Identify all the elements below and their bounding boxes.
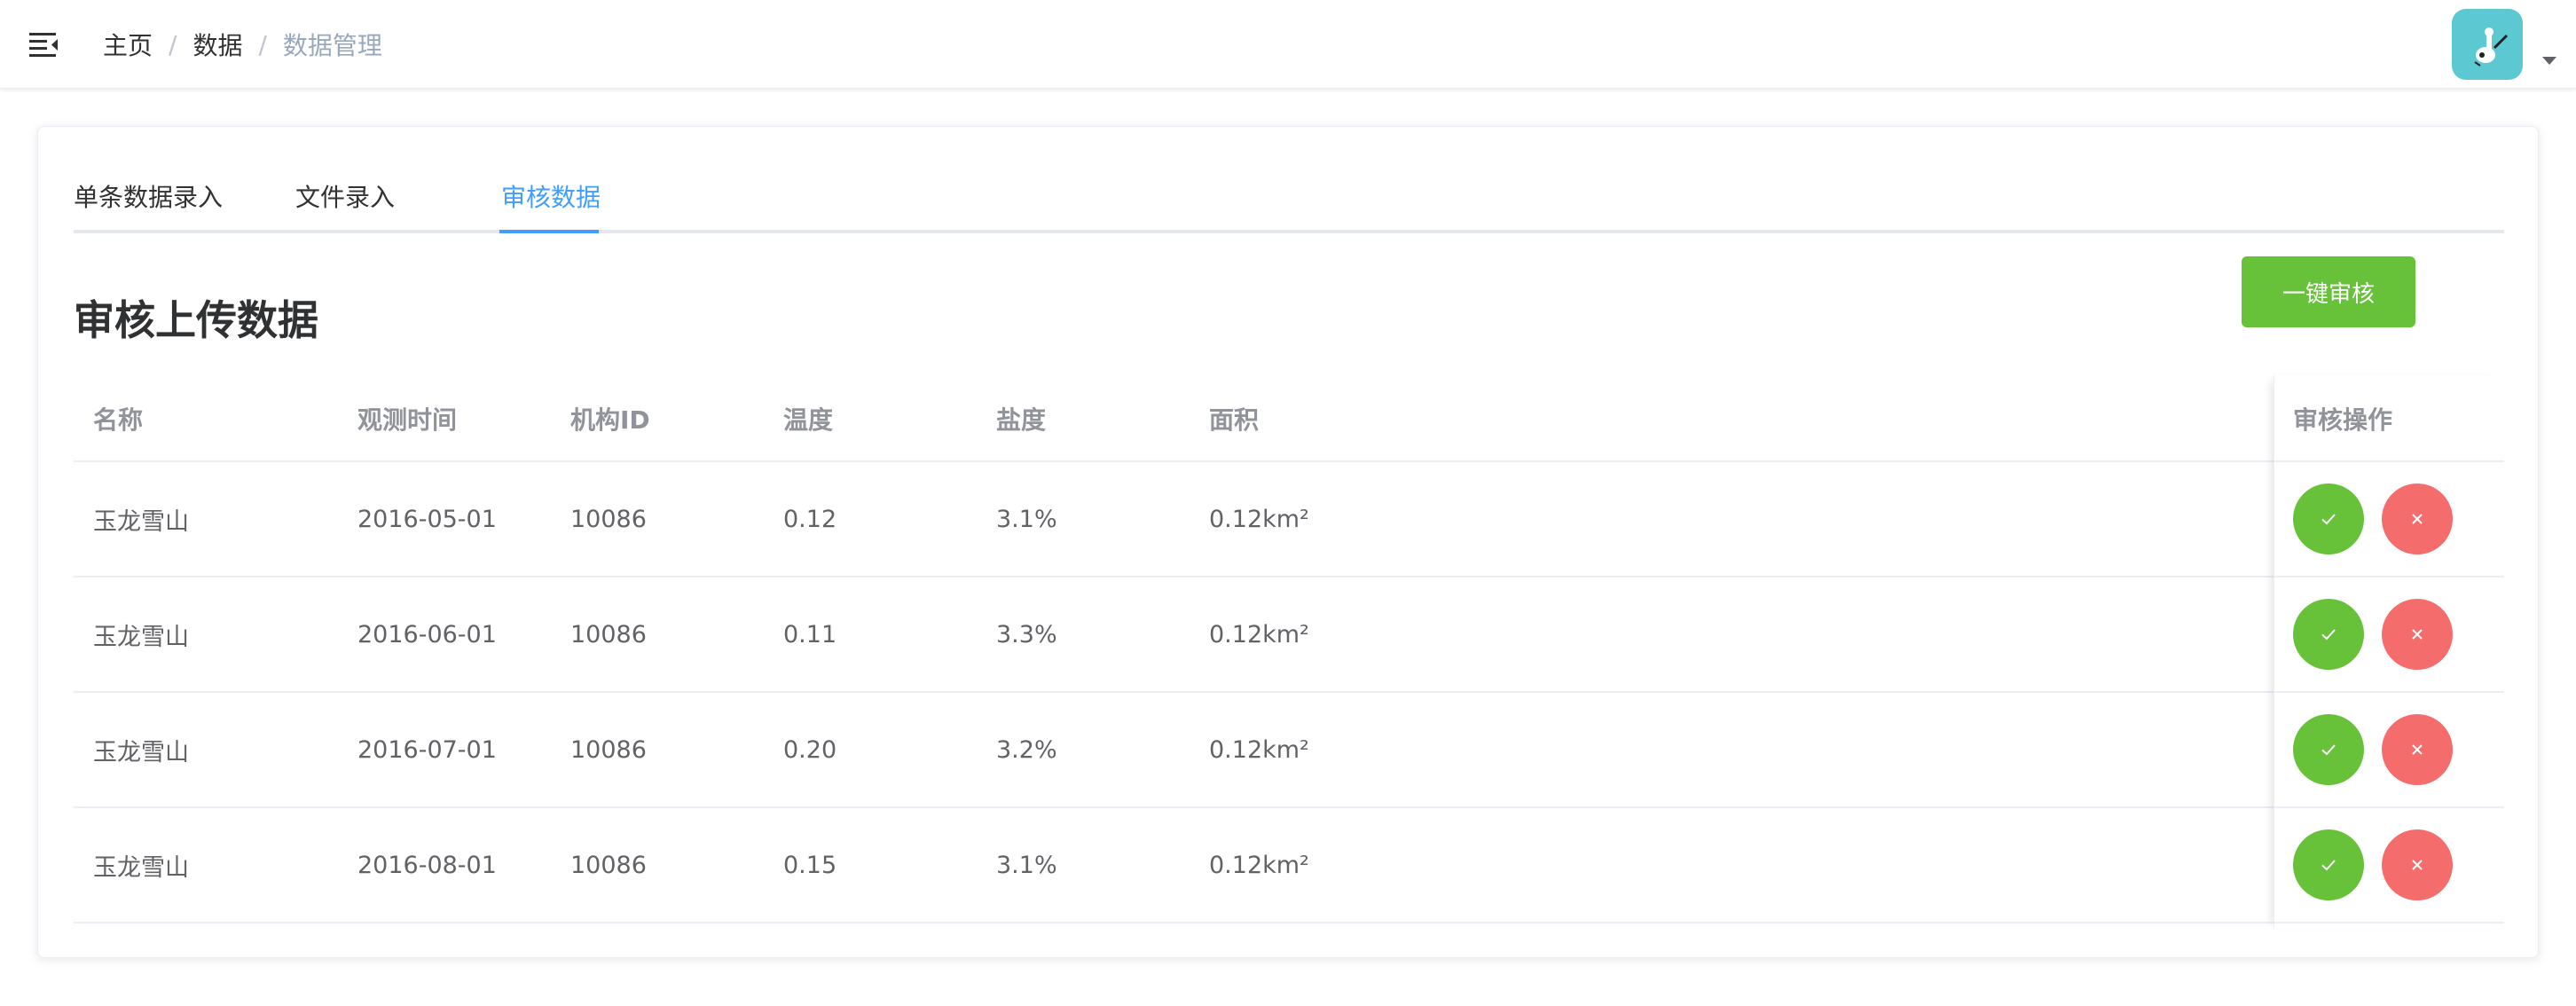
table-header: 名称 观测时间 机构ID 温度 盐度 面积 审核操作 (74, 377, 2504, 462)
breadcrumb-home[interactable]: 主页 (103, 27, 153, 62)
cell-time: 2016-06-01 (357, 620, 497, 648)
table-row: 玉龙雪山 2016-06-01 10086 0.11 3.3% 0.12km² (74, 578, 2504, 693)
cell-salinity: 3.2% (996, 735, 1057, 764)
cell-area: 0.12km² (1209, 851, 1309, 879)
cell-temperature: 0.12 (783, 505, 837, 533)
user-menu[interactable] (2452, 9, 2558, 80)
cell-time: 2016-05-01 (357, 505, 497, 533)
cell-area: 0.12km² (1209, 735, 1309, 764)
cell-actions (2293, 462, 2453, 576)
tab-bar: 单条数据录入 文件录入 审核数据 (74, 162, 2504, 233)
approve-button[interactable] (2293, 829, 2364, 900)
column-header-org-id: 机构ID (570, 405, 650, 435)
breadcrumb-current: 数据管理 (282, 31, 382, 60)
main-card: 单条数据录入 文件录入 审核数据 审核上传数据 一键审核 名称 观测时间 机构I… (37, 126, 2539, 958)
column-header-area: 面积 (1209, 405, 1260, 435)
cell-time: 2016-07-01 (357, 735, 497, 764)
column-header-name: 名称 (93, 405, 144, 435)
check-icon (2321, 744, 2336, 756)
audit-table: 名称 观测时间 机构ID 温度 盐度 面积 审核操作 玉龙雪山 2016-05-… (74, 375, 2504, 929)
cell-area: 0.12km² (1209, 505, 1309, 533)
cell-org-id: 10086 (570, 735, 647, 764)
breadcrumb-data[interactable]: 数据 (192, 27, 242, 62)
cell-salinity: 3.1% (996, 851, 1057, 879)
approve-button[interactable] (2293, 599, 2364, 670)
reject-button[interactable] (2382, 714, 2453, 785)
cell-temperature: 0.20 (783, 735, 837, 764)
table-row: 玉龙雪山 2016-07-01 10086 0.20 3.2% 0.12km² (74, 693, 2504, 808)
cell-org-id: 10086 (570, 620, 647, 648)
column-header-actions: 审核操作 (2293, 405, 2393, 435)
caret-down-icon[interactable] (2542, 52, 2556, 69)
column-header-salinity: 盐度 (996, 405, 1047, 435)
active-tab-indicator (499, 230, 599, 233)
cell-org-id: 10086 (570, 851, 647, 879)
reject-button[interactable] (2382, 599, 2453, 670)
cell-area: 0.12km² (1209, 620, 1309, 648)
check-icon (2321, 860, 2336, 871)
reject-button[interactable] (2382, 829, 2453, 900)
close-icon (2412, 744, 2423, 755)
cell-salinity: 3.1% (996, 505, 1057, 533)
column-header-temperature: 温度 (783, 405, 834, 435)
cell-salinity: 3.3% (996, 620, 1057, 648)
audit-all-button[interactable]: 一键审核 (2242, 256, 2415, 327)
cell-actions (2293, 693, 2453, 806)
table-row: 玉龙雪山 2016-08-01 10086 0.15 3.1% 0.12km² (74, 808, 2504, 923)
tab-file-entry[interactable]: 文件录入 (295, 162, 395, 233)
breadcrumb-separator: / (258, 29, 267, 59)
check-icon (2321, 514, 2336, 525)
page-title: 审核上传数据 (74, 296, 318, 344)
menu-fold-icon[interactable] (27, 27, 62, 62)
cell-name: 玉龙雪山 (93, 853, 189, 882)
cell-temperature: 0.11 (783, 620, 837, 648)
table-row: 玉龙雪山 2016-05-01 10086 0.12 3.1% 0.12km² (74, 462, 2504, 578)
tab-audit-data[interactable]: 审核数据 (501, 162, 601, 233)
cell-org-id: 10086 (570, 505, 647, 533)
approve-button[interactable] (2293, 483, 2364, 554)
cell-temperature: 0.15 (783, 851, 837, 879)
approve-button[interactable] (2293, 714, 2364, 785)
navbar: 主页 / 数据 / 数据管理 (0, 0, 2576, 89)
tab-single-entry[interactable]: 单条数据录入 (74, 162, 223, 233)
breadcrumb-separator: / (169, 29, 177, 59)
close-icon (2412, 514, 2423, 524)
close-icon (2412, 860, 2423, 870)
check-icon (2321, 629, 2336, 641)
column-header-time: 观测时间 (357, 405, 458, 435)
cell-time: 2016-08-01 (357, 851, 497, 879)
cell-actions (2293, 578, 2453, 691)
breadcrumb: 主页 / 数据 / 数据管理 (103, 25, 382, 64)
reject-button[interactable] (2382, 483, 2453, 554)
avatar[interactable] (2452, 9, 2523, 80)
cell-actions (2293, 808, 2453, 922)
close-icon (2412, 629, 2423, 640)
cell-name: 玉龙雪山 (93, 738, 189, 766)
cell-name: 玉龙雪山 (93, 623, 189, 651)
cell-name: 玉龙雪山 (93, 507, 189, 536)
